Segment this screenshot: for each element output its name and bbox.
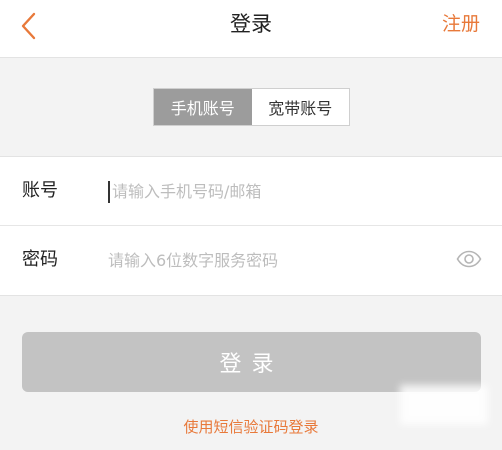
account-input[interactable]	[112, 175, 442, 207]
app-header: 登录 注册	[0, 0, 502, 58]
page-title: 登录	[230, 12, 272, 36]
password-row: 密码	[0, 226, 502, 295]
account-row: 账号	[0, 157, 502, 226]
register-link[interactable]: 注册	[442, 10, 480, 38]
text-caret	[108, 181, 110, 203]
password-input[interactable]	[108, 244, 438, 276]
login-button[interactable]: 登录	[22, 332, 481, 392]
watermark	[400, 385, 488, 425]
tab-broadband-account[interactable]: 宽带账号	[251, 89, 349, 125]
tab-mobile-account[interactable]: 手机账号	[154, 89, 252, 125]
account-label: 账号	[22, 180, 58, 201]
password-label: 密码	[22, 249, 58, 270]
login-form: 账号 密码	[0, 156, 502, 296]
eye-icon[interactable]	[456, 250, 482, 268]
account-type-tabs: 手机账号 宽带账号	[153, 88, 350, 126]
